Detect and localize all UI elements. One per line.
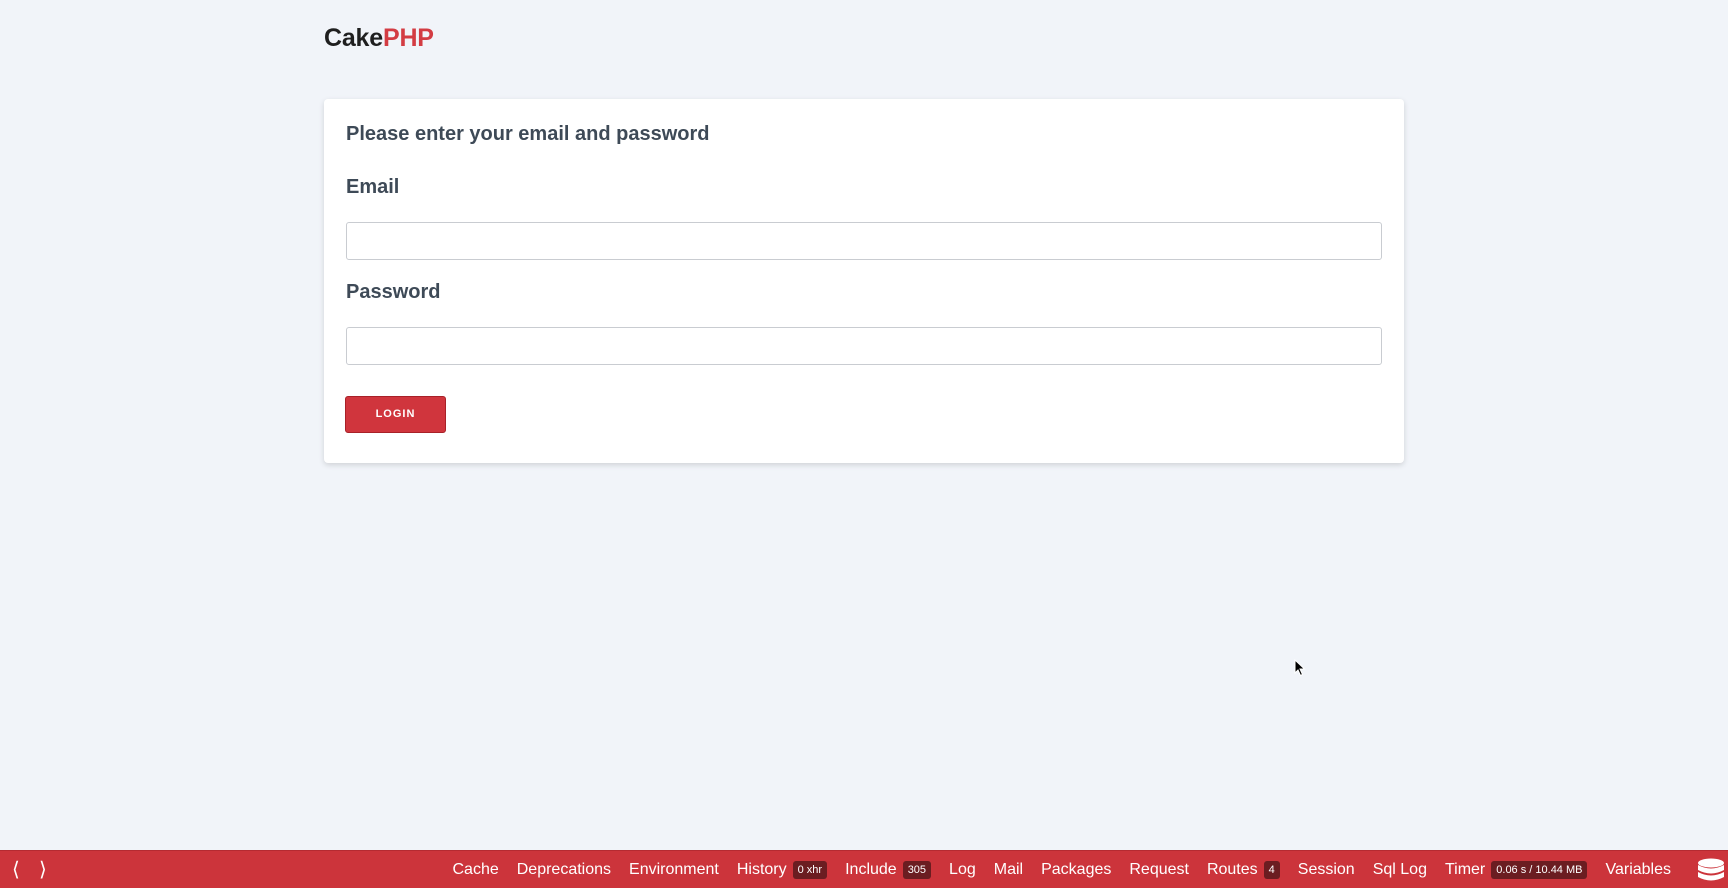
toolbar-panel-deprecations[interactable]: Deprecations [508,851,620,888]
toolbar-panel-badge: 0 xhr [792,861,828,879]
toolbar-panel-cache[interactable]: Cache [443,851,507,888]
toolbar-panel-label: Variables [1605,861,1671,878]
mouse-cursor-icon [1294,659,1306,677]
toolbar-panel-routes[interactable]: Routes 4 [1198,851,1289,888]
toolbar-panel-label: Packages [1041,861,1112,878]
toolbar-panel-variables[interactable]: Variables [1596,851,1680,888]
chevron-left-icon[interactable]: ⟨ [12,858,20,880]
page: CakePHP Please enter your email and pass… [0,0,1728,888]
toolbar-panel-timer[interactable]: Timer 0.06 s / 10.44 MB [1436,851,1597,888]
toolbar-panel-label: Log [949,861,976,878]
password-input[interactable] [346,327,1382,365]
password-label: Password [346,281,441,303]
toolbar-panel-include[interactable]: Include 305 [836,851,940,888]
toolbar-panel-label: Timer [1444,861,1486,878]
debug-toolbar-panels: Cache Deprecations Environment History 0 … [443,851,1680,888]
toolbar-panel-sql-log[interactable]: Sql Log [1364,851,1436,888]
chevron-right-icon[interactable]: ⟩ [39,858,47,880]
login-card: Please enter your email and password Ema… [324,99,1404,463]
cakephp-cake-logo-icon[interactable] [1696,857,1726,883]
toolbar-panel-label: Mail [993,861,1024,878]
email-input[interactable] [346,222,1382,260]
toolbar-panel-label: Request [1129,861,1189,878]
toolbar-panel-session[interactable]: Session [1289,851,1364,888]
toolbar-panel-badge: 4 [1263,861,1280,879]
toolbar-panel-packages[interactable]: Packages [1032,851,1120,888]
debug-toolbar: ⟨ ⟩ Cache Deprecations Environment Histo… [0,850,1728,888]
toolbar-panel-mail[interactable]: Mail [985,851,1032,888]
login-form-title: Please enter your email and password [346,123,710,145]
toolbar-panel-log[interactable]: Log [940,851,985,888]
toolbar-panel-label: Session [1297,861,1355,878]
toolbar-panel-label: Include [845,861,897,878]
toolbar-panel-history[interactable]: History 0 xhr [728,851,836,888]
login-button[interactable]: LOGIN [345,396,446,433]
toolbar-panel-request[interactable]: Request [1120,851,1198,888]
toolbar-panel-label: Routes [1206,861,1258,878]
logo-text-php: PHP [382,24,434,52]
toolbar-panel-label: Cache [452,861,499,878]
toolbar-panel-label: Environment [629,861,719,878]
toolbar-panel-badge: 305 [902,861,932,879]
email-label: Email [346,176,400,198]
toolbar-panel-badge: 0.06 s / 10.44 MB [1491,861,1588,879]
toolbar-panel-label: Sql Log [1372,861,1427,878]
toolbar-panel-label: Deprecations [516,861,612,878]
logo-text-cake: Cake [324,24,383,52]
toolbar-panel-label: History [736,861,787,878]
cakephp-logo[interactable]: CakePHP [324,24,434,53]
toolbar-panel-environment[interactable]: Environment [620,851,728,888]
